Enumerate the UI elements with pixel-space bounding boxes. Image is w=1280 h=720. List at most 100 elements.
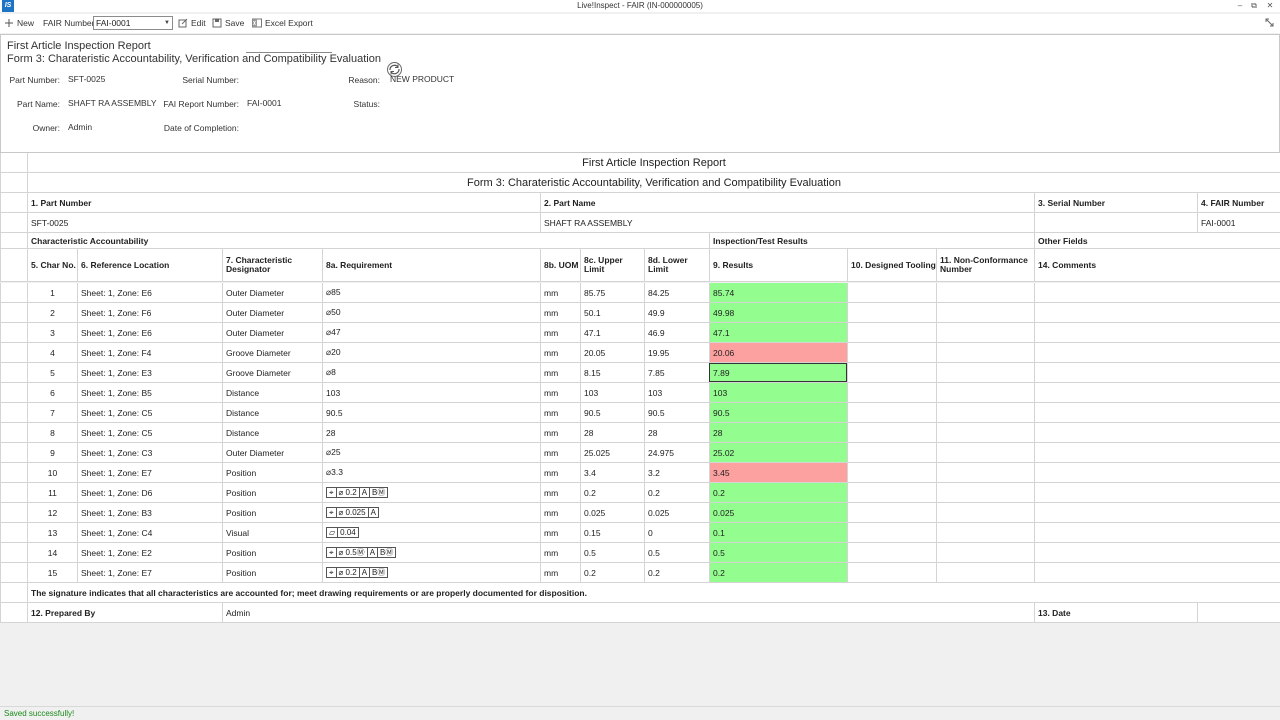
upper-limit-cell[interactable]: 0.5 [580, 543, 644, 562]
uom-cell[interactable]: mm [540, 403, 580, 422]
comments-cell[interactable] [1034, 323, 1280, 342]
comments-cell[interactable] [1034, 383, 1280, 402]
restore-button[interactable]: ⧉ [1248, 0, 1260, 12]
designed-tooling-cell[interactable] [847, 463, 936, 482]
result-cell[interactable]: 90.5 [709, 403, 847, 422]
ncr-number-cell[interactable] [936, 323, 1034, 342]
ncr-number-cell[interactable] [936, 303, 1034, 322]
designed-tooling-cell[interactable] [847, 503, 936, 522]
ncr-number-cell[interactable] [936, 343, 1034, 362]
reference-location-cell[interactable]: Sheet: 1, Zone: B5 [77, 383, 222, 402]
result-cell[interactable]: 28 [709, 423, 847, 442]
designator-cell[interactable]: Distance [222, 403, 322, 422]
requirement-cell[interactable]: 28 [322, 423, 540, 442]
ncr-number-cell[interactable] [936, 363, 1034, 382]
char-no-cell[interactable]: 3 [27, 323, 77, 342]
reference-location-cell[interactable]: Sheet: 1, Zone: B3 [77, 503, 222, 522]
lower-limit-cell[interactable]: 0.2 [644, 483, 709, 502]
requirement-cell[interactable]: ⌀85 [322, 283, 540, 302]
part-name-cell[interactable]: SHAFT RA ASSEMBLY [540, 213, 1034, 232]
upper-limit-cell[interactable]: 50.1 [580, 303, 644, 322]
requirement-cell[interactable]: ⌖ ⌀ 0.2 A BⓂ [322, 563, 540, 582]
upper-limit-cell[interactable]: 0.15 [580, 523, 644, 542]
comments-cell[interactable] [1034, 363, 1280, 382]
char-no-cell[interactable]: 1 [27, 283, 77, 302]
comments-cell[interactable] [1034, 563, 1280, 582]
designed-tooling-cell[interactable] [847, 543, 936, 562]
designator-cell[interactable]: Distance [222, 383, 322, 402]
reference-location-cell[interactable]: Sheet: 1, Zone: F4 [77, 343, 222, 362]
lower-limit-cell[interactable]: 103 [644, 383, 709, 402]
designator-cell[interactable]: Position [222, 483, 322, 502]
lower-limit-cell[interactable]: 0.2 [644, 563, 709, 582]
comments-cell[interactable] [1034, 463, 1280, 482]
ncr-number-cell[interactable] [936, 543, 1034, 562]
requirement-cell[interactable]: ⌖ ⌀ 0.2 A BⓂ [322, 483, 540, 502]
minimize-button[interactable]: – [1234, 0, 1246, 12]
result-cell[interactable]: 20.06 [709, 343, 847, 362]
upper-limit-cell[interactable]: 0.2 [580, 483, 644, 502]
designed-tooling-cell[interactable] [847, 323, 936, 342]
result-cell[interactable]: 0.5 [709, 543, 847, 562]
comments-cell[interactable] [1034, 303, 1280, 322]
upper-limit-cell[interactable]: 25.025 [580, 443, 644, 462]
result-cell[interactable]: 85.74 [709, 283, 847, 302]
comments-cell[interactable] [1034, 523, 1280, 542]
reference-location-cell[interactable]: Sheet: 1, Zone: C5 [77, 403, 222, 422]
requirement-cell[interactable]: ⌀25 [322, 443, 540, 462]
char-no-cell[interactable]: 11 [27, 483, 77, 502]
char-no-cell[interactable]: 12 [27, 503, 77, 522]
reference-location-cell[interactable]: Sheet: 1, Zone: E7 [77, 463, 222, 482]
designed-tooling-cell[interactable] [847, 523, 936, 542]
designed-tooling-cell[interactable] [847, 423, 936, 442]
designed-tooling-cell[interactable] [847, 483, 936, 502]
upper-limit-cell[interactable]: 8.15 [580, 363, 644, 382]
uom-cell[interactable]: mm [540, 343, 580, 362]
uom-cell[interactable]: mm [540, 443, 580, 462]
result-cell[interactable]: 49.98 [709, 303, 847, 322]
designator-cell[interactable]: Outer Diameter [222, 443, 322, 462]
result-cell[interactable]: 0.2 [709, 483, 847, 502]
designed-tooling-cell[interactable] [847, 363, 936, 382]
result-cell[interactable]: 0.2 [709, 563, 847, 582]
designed-tooling-cell[interactable] [847, 283, 936, 302]
uom-cell[interactable]: mm [540, 563, 580, 582]
ncr-number-cell[interactable] [936, 283, 1034, 302]
serial-number-cell[interactable] [1034, 213, 1197, 232]
char-no-cell[interactable]: 4 [27, 343, 77, 362]
comments-cell[interactable] [1034, 343, 1280, 362]
uom-cell[interactable]: mm [540, 503, 580, 522]
lower-limit-cell[interactable]: 0 [644, 523, 709, 542]
comments-cell[interactable] [1034, 283, 1280, 302]
fair-number-cell[interactable]: FAI-0001 [1197, 213, 1280, 232]
upper-limit-cell[interactable]: 0.025 [580, 503, 644, 522]
upper-limit-cell[interactable]: 0.2 [580, 563, 644, 582]
reference-location-cell[interactable]: Sheet: 1, Zone: E7 [77, 563, 222, 582]
comments-cell[interactable] [1034, 403, 1280, 422]
result-cell[interactable]: 3.45 [709, 463, 847, 482]
serial-number-input[interactable] [246, 41, 332, 53]
designed-tooling-cell[interactable] [847, 443, 936, 462]
requirement-cell[interactable]: ⌖ ⌀ 0.5Ⓜ A BⓂ [322, 543, 540, 562]
upper-limit-cell[interactable]: 90.5 [580, 403, 644, 422]
uom-cell[interactable]: mm [540, 483, 580, 502]
requirement-cell[interactable]: 103 [322, 383, 540, 402]
ncr-number-cell[interactable] [936, 403, 1034, 422]
lower-limit-cell[interactable]: 0.025 [644, 503, 709, 522]
ncr-number-cell[interactable] [936, 383, 1034, 402]
lower-limit-cell[interactable]: 19.95 [644, 343, 709, 362]
reference-location-cell[interactable]: Sheet: 1, Zone: C5 [77, 423, 222, 442]
ncr-number-cell[interactable] [936, 443, 1034, 462]
lower-limit-cell[interactable]: 24.975 [644, 443, 709, 462]
save-button[interactable]: Save [212, 16, 244, 31]
upper-limit-cell[interactable]: 3.4 [580, 463, 644, 482]
date-value[interactable] [1197, 603, 1280, 622]
char-no-cell[interactable]: 10 [27, 463, 77, 482]
reference-location-cell[interactable]: Sheet: 1, Zone: F6 [77, 303, 222, 322]
reference-location-cell[interactable]: Sheet: 1, Zone: E6 [77, 283, 222, 302]
uom-cell[interactable]: mm [540, 363, 580, 382]
char-no-cell[interactable]: 14 [27, 543, 77, 562]
requirement-cell[interactable]: ⌀47 [322, 323, 540, 342]
comments-cell[interactable] [1034, 543, 1280, 562]
designator-cell[interactable]: Position [222, 563, 322, 582]
